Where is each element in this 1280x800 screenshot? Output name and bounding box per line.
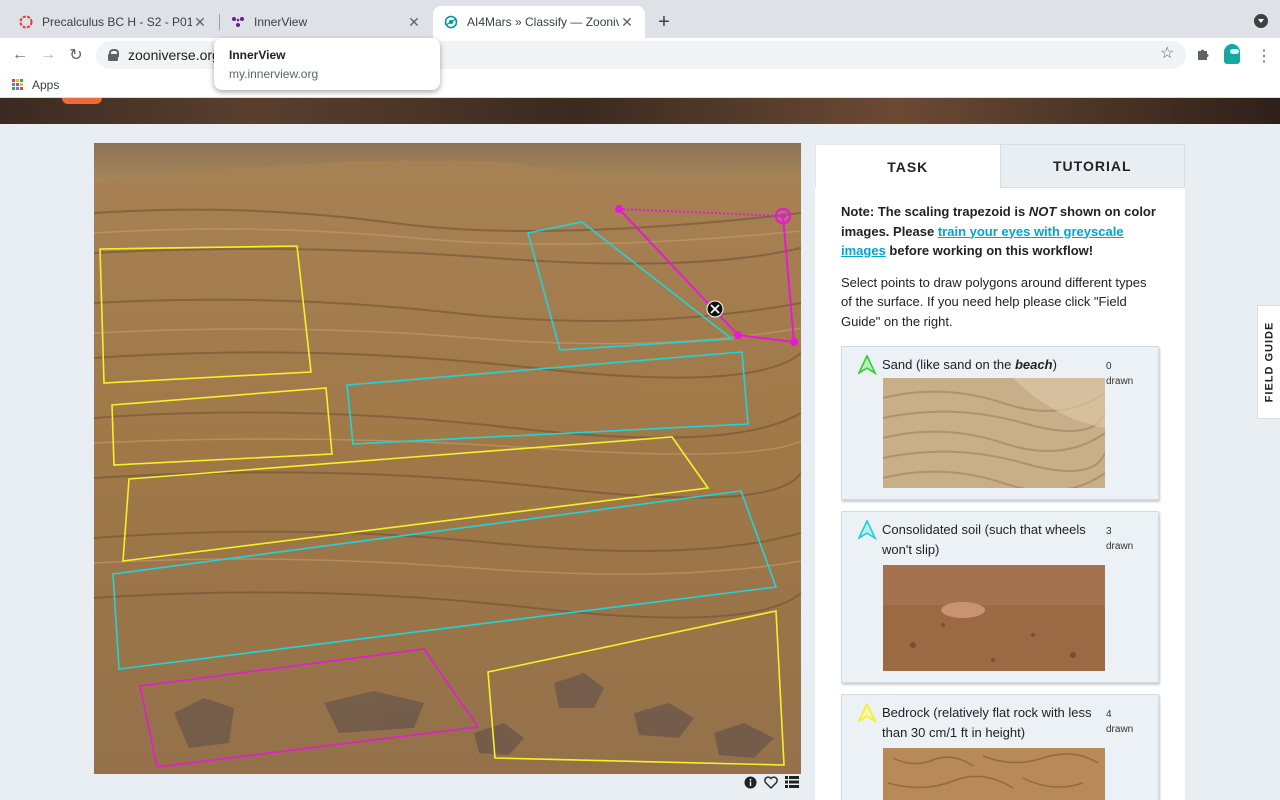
bedrock-example-image: [883, 748, 1105, 800]
tool-consolidated-soil[interactable]: Consolidated soil (such that wheels won'…: [841, 511, 1159, 683]
red-ring-icon: [18, 14, 34, 30]
heart-icon[interactable]: [764, 776, 778, 792]
close-icon[interactable]: ✕: [406, 14, 422, 30]
soil-example-image: [883, 565, 1105, 671]
tool-drawn-count: 4 drawn: [1106, 709, 1134, 735]
tab-hover-card: InnerView my.innerview.org: [214, 38, 440, 90]
tab-innerview[interactable]: InnerView ✕: [220, 6, 432, 38]
tool-drawn-count: 3 drawn: [1106, 526, 1134, 552]
bookmarks-bar: Apps: [0, 72, 1280, 98]
bedrock-marker-icon: [858, 703, 877, 723]
extensions-puzzle-icon[interactable]: [1196, 46, 1211, 64]
soil-marker-icon: [858, 520, 877, 540]
browser-toolbar: ← → ↻ zooniverse.org ☆ ⋮: [0, 38, 1280, 72]
apps-bookmark[interactable]: Apps: [32, 78, 59, 92]
address-url[interactable]: zooniverse.org: [128, 47, 220, 63]
innerview-icon: [230, 14, 246, 30]
tool-sand[interactable]: Sand (like sand on the beach) 0 drawn: [841, 346, 1159, 500]
back-icon[interactable]: ←: [8, 43, 32, 67]
apps-grid-icon[interactable]: [12, 78, 24, 91]
tab-title: InnerView: [254, 15, 308, 29]
tab-task[interactable]: TASK: [815, 144, 1000, 188]
info-icon[interactable]: [744, 776, 757, 792]
task-instructions: Select points to draw polygons around di…: [841, 274, 1147, 329]
sand-marker-icon: [858, 355, 877, 375]
hover-card-title: InnerView: [229, 48, 286, 62]
tab-title: AI4Mars » Classify — Zooniverse: [467, 15, 619, 29]
profile-avatar-icon[interactable]: [1224, 44, 1240, 64]
task-tabs: TASK TUTORIAL: [815, 144, 1185, 188]
delete-mark-icon[interactable]: [706, 300, 724, 318]
sand-example-image: [883, 378, 1105, 488]
field-guide-label: FIELD GUIDE: [1263, 321, 1276, 403]
project-avatar[interactable]: [62, 98, 102, 104]
reload-icon[interactable]: ↻: [64, 43, 88, 67]
tab-tutorial[interactable]: TUTORIAL: [999, 144, 1185, 188]
field-guide-tab[interactable]: FIELD GUIDE: [1257, 305, 1280, 419]
tab-ai4mars[interactable]: AI4Mars » Classify — Zooniverse ✕: [433, 6, 645, 38]
tab-title: Precalculus BC H - S2 - P01 - N: [42, 15, 192, 29]
close-icon[interactable]: ✕: [192, 14, 208, 30]
workflow-note: Note: The scaling trapezoid is NOT shown…: [841, 204, 1156, 258]
tool-bedrock[interactable]: Bedrock (relatively flat rock with less …: [841, 694, 1159, 800]
tool-label: Consolidated soil (such that wheels won'…: [882, 522, 1086, 557]
menu-kebab-icon[interactable]: ⋮: [1256, 46, 1272, 66]
close-icon[interactable]: ✕: [619, 14, 635, 30]
forward-icon[interactable]: →: [36, 43, 60, 67]
project-header-banner: [0, 98, 1280, 124]
new-tab-icon[interactable]: +: [652, 10, 676, 34]
tool-drawn-count: 0 drawn: [1106, 361, 1134, 387]
tab-search-icon[interactable]: [1254, 14, 1268, 28]
collections-list-icon[interactable]: [785, 776, 799, 792]
subject-image-viewer[interactable]: [94, 143, 801, 774]
bookmark-star-icon[interactable]: ☆: [1160, 43, 1174, 63]
zooniverse-icon: [443, 14, 459, 30]
subject-action-icons: [744, 776, 799, 792]
mars-terrain-image[interactable]: [94, 143, 801, 774]
hover-card-url: my.innerview.org: [229, 67, 319, 81]
tab-precalculus[interactable]: Precalculus BC H - S2 - P01 - N ✕: [8, 6, 218, 38]
tool-label: Sand (like sand on the beach): [882, 357, 1057, 372]
tool-label: Bedrock (relatively flat rock with less …: [882, 705, 1092, 740]
task-panel: TASK TUTORIAL Note: The scaling trapezoi…: [815, 144, 1185, 800]
browser-tab-strip: Precalculus BC H - S2 - P01 - N ✕ InnerV…: [0, 0, 1280, 38]
lock-icon[interactable]: [108, 49, 119, 61]
